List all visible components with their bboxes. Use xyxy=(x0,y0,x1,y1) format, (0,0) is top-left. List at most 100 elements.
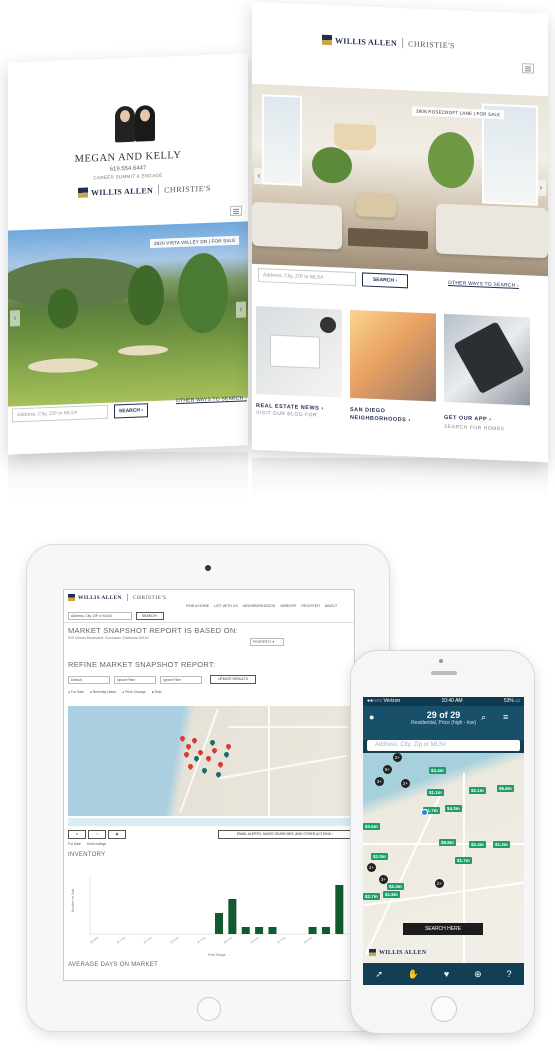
x-tick-label: $5-5.5m xyxy=(223,936,233,945)
menu-icon[interactable] xyxy=(230,205,242,217)
app-map-screen: ●●○○○ Verizon 10:40 AM 53% ▭ ● 29 of 29 … xyxy=(363,697,524,985)
map-cluster[interactable]: 2+ xyxy=(435,879,444,888)
search-input[interactable]: Address, City, ZIP or MLS# xyxy=(258,268,356,287)
chart-view-button[interactable]: ⌁ xyxy=(88,830,106,839)
price-tag[interactable]: $3.4m xyxy=(429,767,446,774)
map-cluster[interactable]: 2+ xyxy=(367,863,376,872)
filter-select-2[interactable]: Ignore Filter xyxy=(114,676,156,684)
price-tag[interactable]: $1.7m xyxy=(455,857,472,864)
map-view-button[interactable]: ◉ xyxy=(108,830,126,839)
price-tag[interactable]: $4.3m xyxy=(445,805,462,812)
search-button[interactable]: SEARCH › xyxy=(114,403,148,419)
neighborhoods-tile-image[interactable] xyxy=(350,309,436,402)
tab-sold[interactable]: Sold Listings xyxy=(87,842,106,846)
price-tag[interactable]: $2.4m xyxy=(387,883,404,890)
app-tile-link[interactable]: GET OUR APP › xyxy=(444,414,491,424)
prev-arrow-icon[interactable]: ‹ xyxy=(254,167,264,185)
price-tag[interactable]: $1.3m xyxy=(493,841,510,848)
brand-logo[interactable]: WILLIS ALLEN CHRISTIE'S xyxy=(322,34,455,51)
x-tick-label: $1-1.5m xyxy=(116,936,126,945)
x-tick-label: $4-4.5m xyxy=(196,936,206,945)
price-tag[interactable]: $8.8m xyxy=(439,839,456,846)
nav-arrow-icon[interactable]: ➚ xyxy=(375,969,383,980)
nav-find-home[interactable]: FIND A HOME xyxy=(186,604,209,608)
listing-photo[interactable]: 3606 ROSECROFT LANE | FOR SALE ‹ › xyxy=(252,83,548,277)
search-input[interactable]: Address, City, ZIP or MLS# xyxy=(68,612,132,620)
price-tag[interactable]: $1.8m xyxy=(383,891,400,898)
search-icon[interactable]: ⌕ xyxy=(481,712,486,723)
search-here-button[interactable]: SEARCH HERE xyxy=(403,923,483,935)
other-ways-link[interactable]: OTHER WAYS TO SEARCH › xyxy=(448,280,519,289)
search-input[interactable]: Address, City, Zip or MLS# xyxy=(367,740,520,751)
price-tag[interactable]: $3.6m xyxy=(363,823,380,830)
other-ways-link[interactable]: OTHER WAYS TO SEARCH › xyxy=(176,395,247,404)
iphone-device: ●●○○○ Verizon 10:40 AM 53% ▭ ● 29 of 29 … xyxy=(350,650,535,1034)
tab-for-sale[interactable]: For Sale xyxy=(68,842,81,846)
chart-bar xyxy=(241,927,250,934)
update-results-button[interactable]: UPDATE RESULTS xyxy=(210,675,256,684)
nav-neighborhoods[interactable]: NEIGHBORHOODS xyxy=(243,604,275,608)
camera-icon xyxy=(205,565,211,571)
price-tag[interactable]: $2.1m xyxy=(469,787,486,794)
map-cluster[interactable]: 3+ xyxy=(375,777,384,786)
map-cluster[interactable]: 5+ xyxy=(383,765,392,774)
list-view-button[interactable]: ≡ xyxy=(68,830,86,839)
neighborhoods-tile-link[interactable]: SAN DIEGO NEIGHBORHOODS › xyxy=(350,406,411,425)
map-cluster[interactable]: 3+ xyxy=(379,875,388,884)
next-arrow-icon[interactable]: › xyxy=(236,301,246,318)
hand-icon[interactable]: ✋ xyxy=(408,969,419,980)
menu-icon[interactable]: ≡ xyxy=(503,712,508,722)
result-subtitle[interactable]: Residential, Price (high - low) xyxy=(363,720,524,726)
map-cluster[interactable]: 2+ xyxy=(393,753,402,762)
agent-site-card: MEGAN AND KELLY 619.554.6447 CAREER SUMM… xyxy=(8,53,248,455)
search-button[interactable]: SEARCH › xyxy=(136,612,164,620)
price-tag[interactable]: $5.8m xyxy=(497,785,514,792)
nav-register[interactable]: REGISTER xyxy=(301,604,319,608)
agent-photo xyxy=(113,101,157,143)
listing-photo[interactable]: 3920 VISTA VALLEY DR | FOR SALE ‹ › xyxy=(8,221,248,407)
next-arrow-icon[interactable]: › xyxy=(536,179,546,197)
y-axis-label: Number for Sale xyxy=(71,889,75,912)
refine-title: REFINE MARKET SNAPSHOT REPORT: xyxy=(68,660,216,669)
map-legend: ● For Sale ● Recently Listed ● Price Cha… xyxy=(68,690,162,694)
chart-tabs: For Sale Sold Listings xyxy=(68,842,106,846)
filter-select-1[interactable]: Default xyxy=(68,676,110,684)
search-input[interactable]: Address, City, ZIP or MLS# xyxy=(12,404,108,423)
listing-address-label[interactable]: 3920 VISTA VALLEY DR | FOR SALE xyxy=(150,235,240,249)
chart-bar xyxy=(255,927,264,934)
blog-tile-sub: VISIT OUR BLOG FOR xyxy=(256,409,318,419)
brand-logo[interactable]: WILLIS ALLEN CHRISTIE'S xyxy=(68,594,167,601)
user-icon[interactable]: ● xyxy=(369,712,374,722)
map-info-strip xyxy=(68,818,352,826)
nav-about[interactable]: ABOUT xyxy=(325,604,337,608)
brand-logo[interactable]: WILLIS ALLEN CHRISTIE'S xyxy=(78,183,211,198)
menu-icon[interactable] xyxy=(522,63,534,74)
price-tag[interactable]: $2.0m xyxy=(371,853,388,860)
email-alerts-button[interactable]: EMAIL ALERTS, SAVED SEARCHES, AND OTHER … xyxy=(218,830,352,839)
home-button[interactable] xyxy=(431,996,457,1022)
search-button[interactable]: SEARCH › xyxy=(362,272,408,289)
app-tile-image[interactable] xyxy=(444,313,530,406)
filter-select-3[interactable]: Ignore Filter xyxy=(160,676,202,684)
flag-icon xyxy=(68,594,75,601)
blog-tile-image[interactable] xyxy=(256,305,342,398)
prev-arrow-icon[interactable]: ‹ xyxy=(10,310,20,327)
camera-icon xyxy=(439,659,443,663)
home-button[interactable] xyxy=(197,997,221,1021)
x-axis-label: Price Range xyxy=(208,953,226,957)
price-tag[interactable]: $2.7m xyxy=(363,893,380,900)
flag-icon xyxy=(78,187,88,198)
map-cluster[interactable]: 2+ xyxy=(401,779,410,788)
listings-map[interactable] xyxy=(68,706,352,816)
compass-icon[interactable]: ⊕ xyxy=(474,969,482,980)
nav-website[interactable]: WEBSITE xyxy=(280,604,296,608)
report-type-select[interactable]: PROPERTY ▾ xyxy=(250,638,284,646)
chart-bar xyxy=(308,927,317,934)
chart-bar xyxy=(321,927,330,934)
price-tag[interactable]: $1.1m xyxy=(427,789,444,796)
price-tag[interactable]: $2.4m xyxy=(469,841,486,848)
help-icon[interactable]: ? xyxy=(507,969,512,979)
nav-list-with-us[interactable]: LIST WITH US xyxy=(214,604,238,608)
listings-map[interactable]: $3.4m $5.8m $2.1m $1.1m $4.3m $1.7m $3.6… xyxy=(363,753,524,963)
heart-icon[interactable]: ♥ xyxy=(444,969,449,979)
